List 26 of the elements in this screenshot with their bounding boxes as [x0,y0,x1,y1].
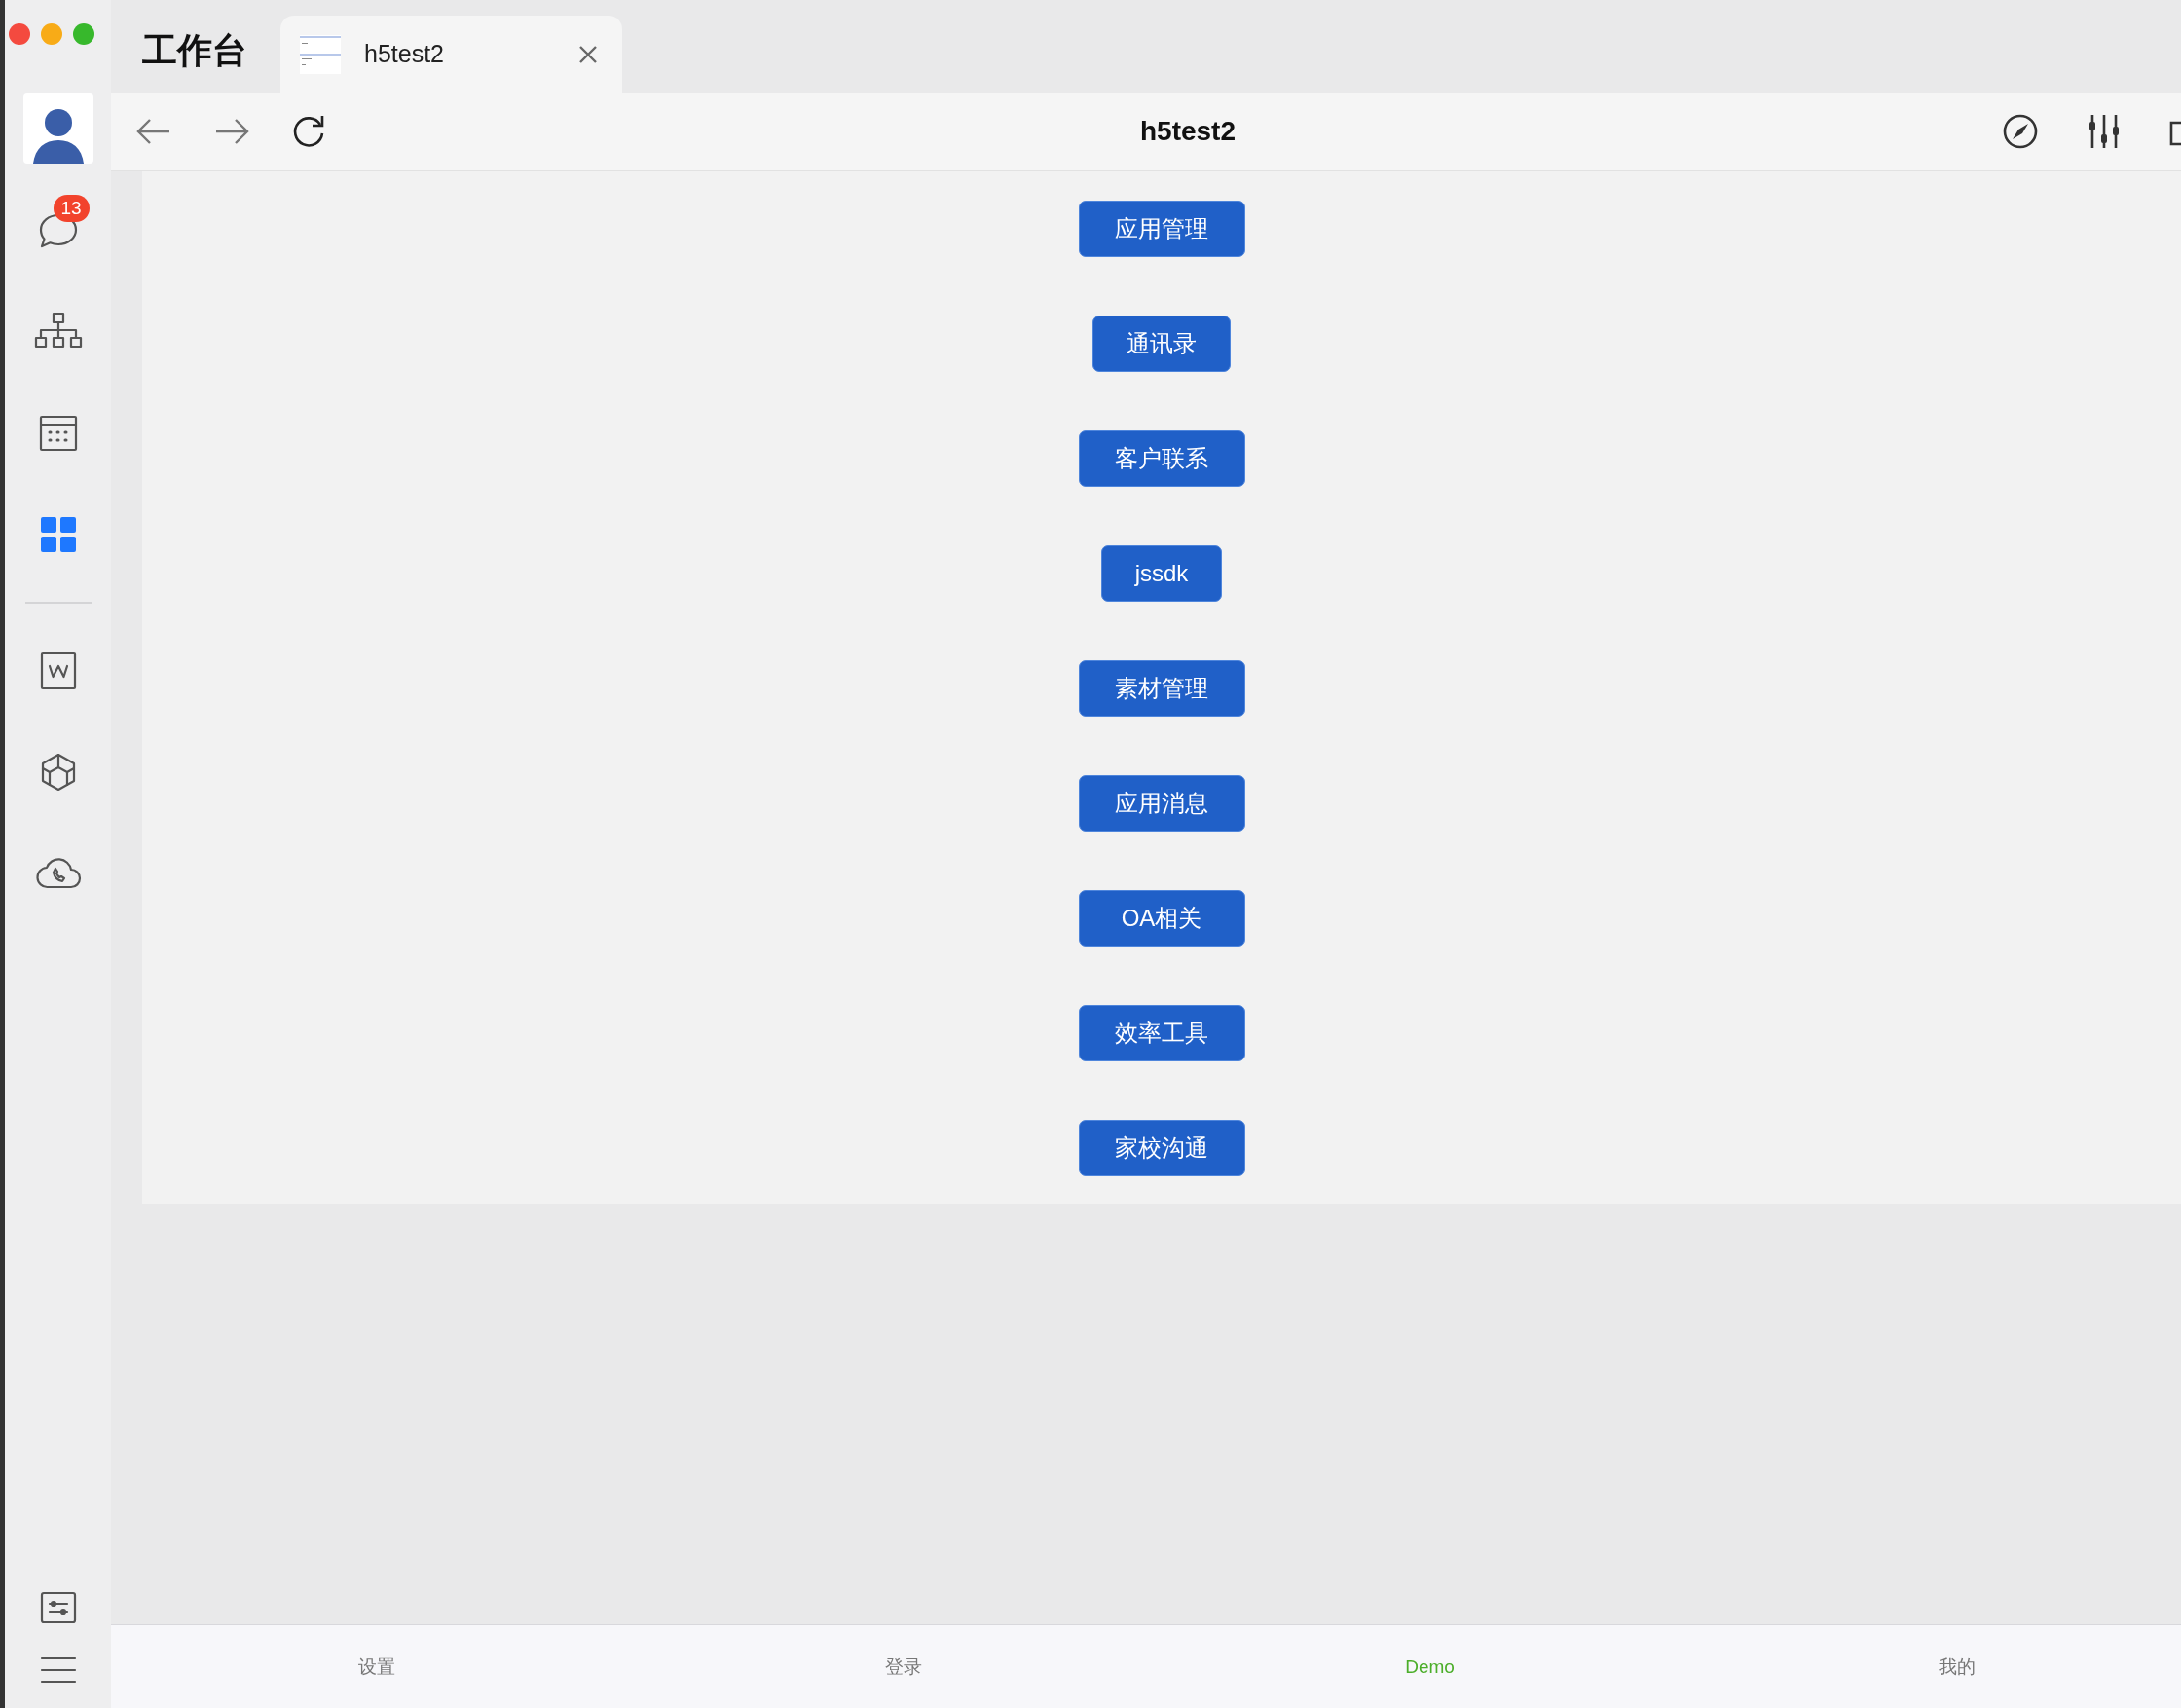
menu-button[interactable]: 通讯录 [1092,316,1231,372]
browser-tab[interactable]: h5test2 [280,16,622,93]
workspace-title: 工作台 [142,29,247,72]
close-icon[interactable] [577,43,599,65]
close-window-button[interactable] [9,23,30,45]
menu-button[interactable]: 应用消息 [1078,775,1245,832]
bottom-tab[interactable]: 设置 [357,1653,395,1680]
menu-button[interactable]: 效率工具 [1078,1005,1245,1061]
compass-icon[interactable] [2002,113,2039,150]
menu-button[interactable]: 应用管理 [1078,201,1245,257]
tab-title: h5test2 [364,40,445,68]
menu-button[interactable]: OA相关 [1078,890,1245,947]
menu-button[interactable]: 家校沟通 [1078,1120,1245,1176]
avatar[interactable] [22,93,93,164]
page-thumbnail-icon [300,34,341,74]
menu-button[interactable]: 素材管理 [1078,660,1245,717]
menu-button[interactable]: 客户联系 [1078,430,1245,487]
bottom-tab[interactable]: 我的 [1938,1653,1976,1680]
sliders-icon[interactable] [2088,113,2121,150]
page-title: h5test2 [1138,116,1236,146]
bottom-tab[interactable]: 登录 [884,1653,922,1680]
menu-icon [38,1654,78,1686]
unread-badge: 13 [53,195,90,222]
sliders-panel-icon [38,1590,78,1625]
menu-button[interactable]: jssdk [1100,545,1223,602]
sidebar-nav-item[interactable]: 13 [23,197,92,265]
